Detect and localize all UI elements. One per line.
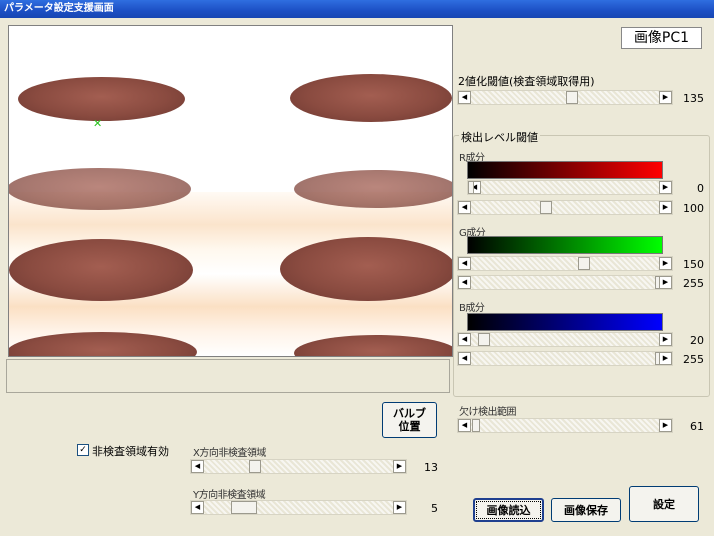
center-marker-icon: ✕ (93, 117, 103, 130)
object-shape (280, 237, 452, 301)
x-region-value: 13 (424, 461, 438, 474)
scroll-left-icon[interactable]: ◀ (458, 201, 471, 214)
red-low-slider[interactable]: ◀ ▶ (467, 180, 673, 195)
load-image-label: 画像読込 (486, 503, 531, 517)
scroll-left-icon[interactable]: ◀ (458, 333, 471, 346)
y-region-slider[interactable]: ◀ ▶ (190, 500, 407, 515)
binarize-label: 2値化閾値(検査領域取得用) (458, 75, 595, 88)
red-high-slider[interactable]: ◀ ▶ (457, 200, 673, 215)
blue-high-slider[interactable]: ◀ ▶ (457, 351, 673, 366)
scroll-left-icon[interactable]: ◀ (458, 352, 471, 365)
settings-button[interactable]: 設定 (629, 486, 699, 522)
valve-position-button[interactable]: バルブ 位置 (382, 402, 437, 438)
green-gradient (467, 236, 663, 254)
object-shape (290, 74, 452, 122)
object-shape (9, 168, 191, 210)
save-image-label: 画像保存 (564, 503, 608, 517)
status-box (6, 359, 450, 393)
slider-thumb[interactable] (231, 501, 257, 514)
camera-view (9, 168, 452, 356)
blue-high-value: 255 (683, 353, 704, 366)
slider-thumb[interactable] (249, 460, 261, 473)
blue-gradient (467, 313, 663, 331)
settings-label: 設定 (653, 497, 675, 511)
window-client: ✕ 画像PC1 2値化閾値(検査領域取得用) ◀ ▶ 135 検出レベル閾値 R… (0, 18, 714, 536)
blue-label: B成分 (459, 303, 485, 314)
binarize-value: 135 (683, 92, 704, 105)
y-region-value: 5 (431, 502, 438, 515)
slider-thumb[interactable] (540, 201, 552, 214)
scroll-left-icon[interactable]: ◀ (458, 91, 471, 104)
green-low-slider[interactable]: ◀ ▶ (457, 256, 673, 271)
green-low-value: 150 (683, 258, 704, 271)
red-high-value: 100 (683, 202, 704, 215)
slider-thumb[interactable] (578, 257, 590, 270)
detect-range-label: 欠け検出範囲 (459, 407, 517, 418)
scroll-left-icon[interactable]: ◀ (458, 276, 471, 289)
slider-thumb[interactable] (468, 181, 474, 194)
scroll-left-icon[interactable]: ◀ (458, 419, 471, 432)
blue-low-value: 20 (690, 334, 704, 347)
valve-position-label: バルブ 位置 (393, 407, 426, 433)
object-shape (18, 77, 185, 121)
detect-range-slider[interactable]: ◀ ▶ (457, 418, 673, 433)
green-high-slider[interactable]: ◀ ▶ (457, 275, 673, 290)
detect-group-title: 検出レベル閾値 (459, 129, 540, 145)
scroll-left-icon[interactable]: ◀ (458, 257, 471, 270)
x-region-slider[interactable]: ◀ ▶ (190, 459, 407, 474)
image-preview: ✕ (8, 25, 453, 357)
detect-range-value: 61 (690, 420, 704, 433)
y-region-label: Y方向非検査領域 (193, 490, 266, 501)
green-high-value: 255 (683, 277, 704, 290)
binarize-slider[interactable]: ◀ ▶ (457, 90, 673, 105)
window-title: パラメータ設定支援画面 (4, 3, 114, 14)
object-shape (294, 170, 452, 208)
non-inspect-label: 非検査領域有効 (92, 445, 169, 458)
blue-low-slider[interactable]: ◀ ▶ (457, 332, 673, 347)
camera-label: 画像PC1 (621, 27, 702, 49)
slider-thumb[interactable] (566, 91, 578, 104)
slider-thumb[interactable] (478, 333, 490, 346)
scroll-left-icon[interactable]: ◀ (191, 501, 204, 514)
title-bar: パラメータ設定支援画面 (0, 0, 714, 18)
non-inspect-checkbox[interactable]: ✓ (77, 444, 89, 456)
binarized-view: ✕ (9, 26, 452, 192)
slider-thumb[interactable] (472, 419, 480, 432)
x-region-label: X方向非検査領域 (193, 448, 266, 459)
save-image-button[interactable]: 画像保存 (551, 498, 621, 522)
red-low-value: 0 (697, 182, 704, 195)
red-gradient (467, 161, 663, 179)
load-image-button[interactable]: 画像読込 (473, 498, 544, 522)
object-shape (294, 335, 452, 356)
scroll-left-icon[interactable]: ◀ (191, 460, 204, 473)
object-shape (9, 239, 193, 301)
object-shape (9, 332, 197, 356)
